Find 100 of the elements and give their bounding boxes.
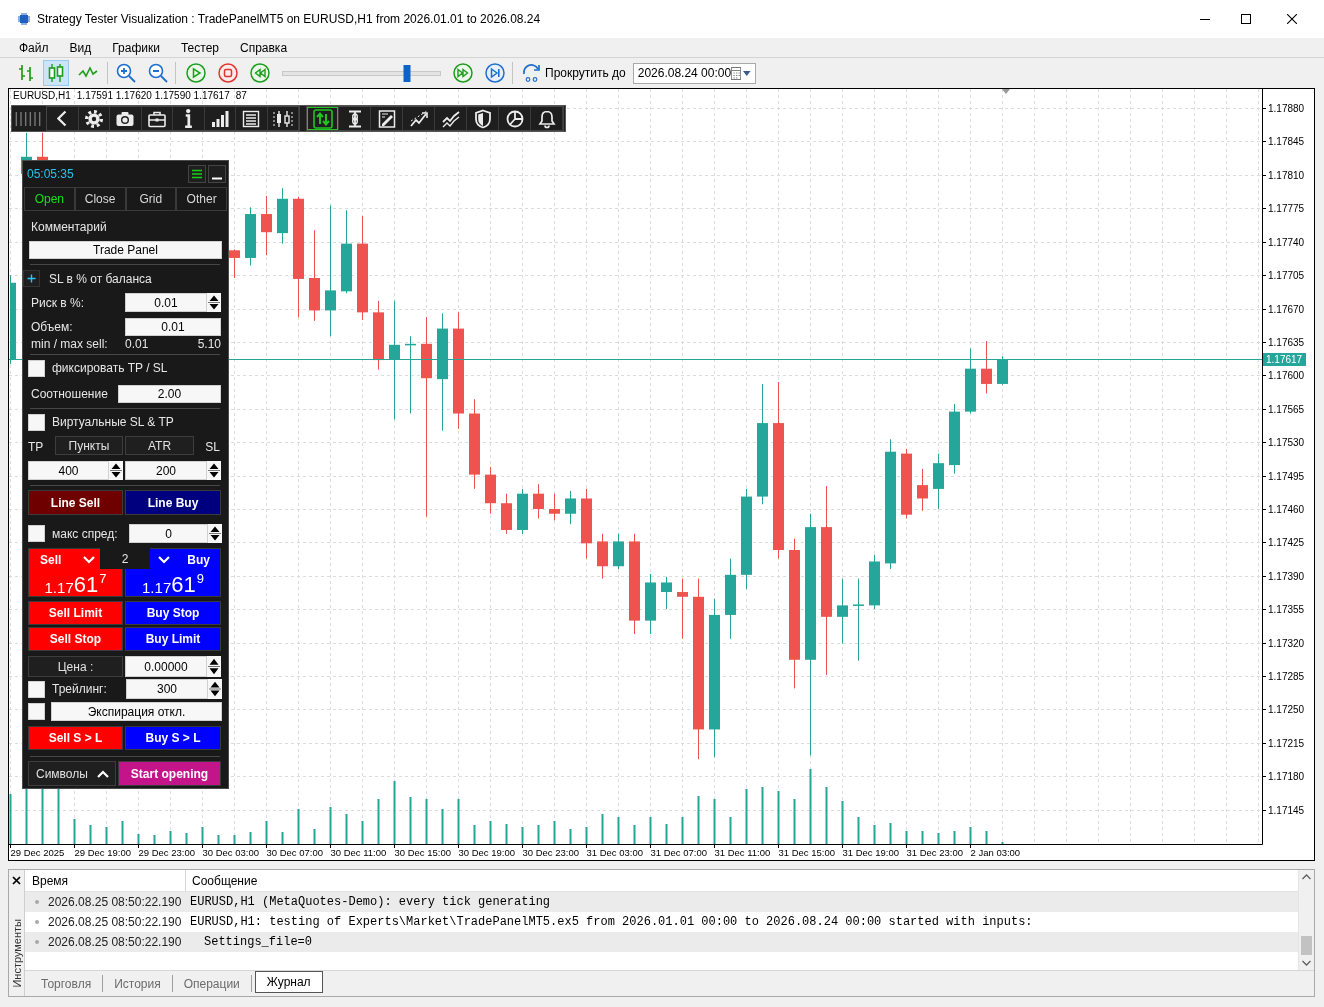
max-spread-field[interactable]: 0 — [129, 524, 208, 543]
up-down-arrows-icon[interactable] — [208, 524, 222, 543]
up-down-arrows-icon[interactable] — [207, 461, 221, 480]
time-axis-label: 30 Dec 19:00 — [458, 847, 515, 858]
candle — [581, 488, 592, 560]
line-buy-button[interactable]: Line Buy — [125, 490, 221, 515]
sell-stop-limit-button[interactable]: Sell S > L — [28, 726, 123, 750]
candle — [373, 300, 384, 371]
panel-tab[interactable]: Other — [176, 187, 227, 211]
checkbox-label: Виртуальные SL & TP — [52, 415, 174, 429]
volume-field[interactable]: 0.01 — [125, 318, 221, 336]
fast-forward-icon[interactable] — [452, 62, 474, 84]
dropdown-arrow-icon[interactable] — [743, 70, 751, 76]
slider-thumb[interactable] — [403, 64, 411, 82]
scrollbar-thumb[interactable] — [1301, 936, 1312, 955]
bottom-tab[interactable]: Журнал — [254, 971, 323, 993]
zoom-out-icon[interactable] — [147, 62, 169, 84]
chevron-down-icon[interactable] — [157, 554, 171, 565]
chart-shift-icon[interactable] — [1002, 89, 1010, 94]
menu-item[interactable]: Тестер — [180, 40, 219, 55]
candle — [565, 490, 576, 525]
current-price-tag: 1.17617 — [1263, 353, 1306, 366]
checkbox[interactable] — [28, 359, 45, 377]
scroll-to-label: Прокрутить до — [545, 66, 626, 80]
candlestick-icon — [272, 108, 293, 129]
menu-item[interactable]: Вид — [69, 40, 92, 55]
up-down-arrows-icon[interactable] — [207, 293, 221, 312]
up-down-arrows-icon[interactable] — [109, 461, 123, 480]
sell-order-button[interactable]: Sell Stop — [28, 627, 123, 651]
candle — [261, 195, 272, 256]
close-icon[interactable] — [12, 876, 21, 885]
vertical-scrollbar[interactable] — [1298, 870, 1314, 970]
checkbox[interactable] — [28, 525, 45, 542]
plus-icon[interactable] — [23, 270, 40, 287]
log-time: 2026.08.25 08:50:22.190 — [48, 935, 182, 949]
zoom-in-icon[interactable] — [115, 62, 137, 84]
trailing-field[interactable]: 300 — [126, 679, 208, 699]
candle — [677, 578, 688, 640]
play-icon[interactable] — [185, 62, 207, 84]
panel-tab[interactable]: Grid — [125, 187, 177, 211]
close-icon[interactable] — [1287, 14, 1297, 24]
menu-item[interactable]: Графики — [112, 40, 160, 55]
stop-icon[interactable] — [217, 62, 239, 84]
checkbox-label: макс спред: — [52, 526, 118, 541]
buy-order-button[interactable]: Buy Stop — [125, 601, 221, 625]
risk-field[interactable]: 0.01 — [125, 293, 207, 312]
checkbox[interactable] — [28, 413, 45, 431]
ohlc-values: 1.17591 1.17620 1.17590 1.17617 — [76, 90, 230, 101]
rewind-icon[interactable] — [249, 62, 271, 84]
calendar-icon[interactable] — [731, 66, 742, 80]
bar-chart-icon — [16, 63, 36, 83]
bottom-tab[interactable]: Операции — [172, 975, 252, 992]
tp-field[interactable]: 400 — [28, 461, 109, 480]
price-mode-button[interactable]: Цена : — [28, 656, 123, 677]
log-message: EURUSD,H1 (MetaQuotes-Demo): every tick generating — [190, 895, 551, 909]
time-axis-label: 31 Dec 23:00 — [906, 847, 963, 858]
max-value: 5.10 — [197, 337, 221, 351]
tool-button[interactable] — [307, 107, 339, 130]
log-message: EURUSD,H1: testing of Experts\Market\TradePanelMT5.ex5 from 2026.01.01 00:00 to 2026.08.24 00:00 started with inputs: — [190, 915, 1033, 929]
chart-type-button[interactable] — [43, 60, 69, 86]
menu-icon[interactable] — [188, 164, 206, 183]
panel-tab[interactable]: Open — [24, 187, 75, 211]
maximize-icon[interactable] — [1241, 14, 1251, 24]
minimize-icon[interactable] — [208, 164, 226, 183]
price-axis-label: 1.17460 — [1268, 504, 1305, 515]
sl-field[interactable]: 200 — [125, 461, 207, 480]
bottom-tab[interactable]: История — [103, 975, 173, 992]
chevron-down-icon[interactable] — [82, 554, 96, 565]
price-axis-label: 1.17635 — [1268, 337, 1305, 348]
candle — [917, 468, 928, 512]
mode-button[interactable]: ATR — [125, 436, 194, 455]
checkbox[interactable] — [28, 703, 45, 720]
menu-item[interactable]: Файл — [19, 40, 49, 55]
buy-order-button[interactable]: Buy Limit — [125, 627, 221, 651]
candle — [965, 348, 976, 415]
ratio-field[interactable]: 2.00 — [118, 385, 221, 403]
sell-order-button[interactable]: Sell Limit — [28, 601, 123, 625]
comment-field[interactable]: Trade Panel — [29, 241, 222, 259]
expiration-field[interactable]: Экспирация откл. — [51, 702, 222, 721]
line-sell-button[interactable]: Line Sell — [28, 490, 123, 515]
curved-arrow-icon[interactable] — [521, 62, 543, 84]
checkbox[interactable] — [28, 680, 45, 698]
bottom-tab[interactable]: Торговля — [30, 975, 104, 992]
menu-item[interactable]: Справка — [240, 40, 288, 55]
price-axis-label: 1.17320 — [1268, 638, 1305, 649]
tp-label: TP — [28, 440, 44, 454]
chart-symbol: EURUSD,H1 — [13, 90, 71, 101]
shield-icon — [472, 108, 493, 129]
panel-tab[interactable]: Close — [74, 187, 126, 211]
min-value: 0.01 — [125, 337, 149, 351]
up-down-arrows-icon[interactable] — [207, 656, 221, 677]
mode-button[interactable]: Пункты — [55, 436, 123, 455]
skip-to-end-icon[interactable] — [484, 62, 506, 84]
up-down-arrows-icon[interactable] — [208, 679, 222, 699]
zigzag-lines-icon — [440, 108, 461, 129]
chevron-left-icon — [57, 110, 68, 127]
buy-stop-limit-button[interactable]: Buy S > L — [125, 726, 221, 750]
edit-document-icon — [376, 108, 397, 129]
date-field[interactable]: 2026.08.24 00:00 — [632, 62, 756, 84]
price-field[interactable]: 0.00000 — [125, 656, 207, 677]
